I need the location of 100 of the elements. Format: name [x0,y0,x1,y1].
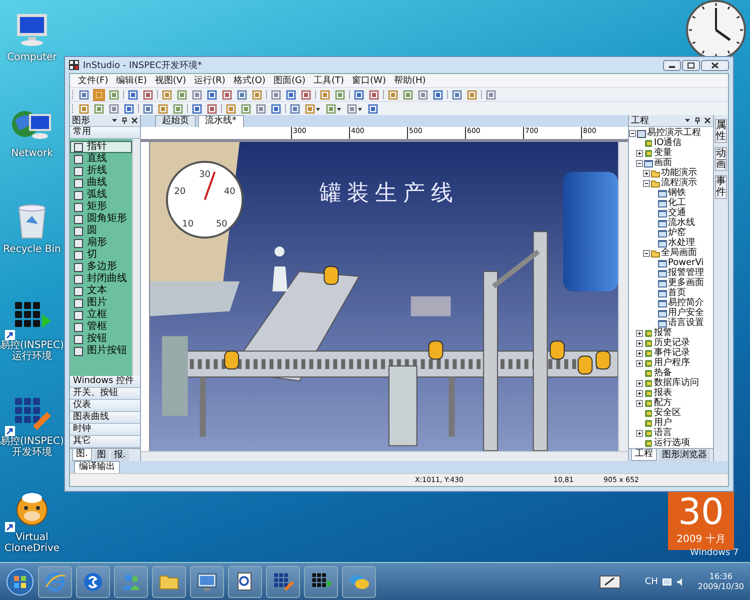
tree-item[interactable]: 报警管理 [668,268,704,278]
toolbar-button[interactable] [325,102,343,114]
tool-item[interactable]: 图片 [70,297,132,309]
scrollbar[interactable] [618,142,628,451]
collapse-icon[interactable] [636,160,643,166]
expand-icon[interactable] [636,380,643,386]
toolbox-group-header[interactable]: 仪表 [70,400,140,412]
toolbar-button[interactable] [236,88,248,100]
tree-item[interactable]: 流水线 [668,218,695,228]
toolbar-button[interactable] [368,88,380,100]
menu-item[interactable]: 图面(G) [274,74,306,87]
tablet-pen-icon[interactable] [598,574,621,590]
toolbar-button[interactable] [127,88,139,100]
expand-icon[interactable] [636,150,643,156]
toolbox-group-header[interactable]: 其它 [70,436,140,448]
tree-item[interactable]: 钢铁 [668,188,686,198]
tree-item[interactable]: 语言设置 [668,318,704,328]
close-button[interactable] [701,60,729,70]
toolbar-button[interactable] [304,102,322,114]
toolbar-button[interactable] [142,88,154,100]
tree-item[interactable]: 用户程序 [654,358,690,368]
expand-icon[interactable] [643,170,650,176]
side-tab[interactable]: 动画 [715,147,727,171]
scrollbar[interactable] [141,451,628,461]
toolbar-button[interactable] [123,102,135,114]
menu-item[interactable]: 运行(R) [194,74,226,87]
tool-item[interactable]: 曲线 [70,177,132,189]
tool-item[interactable]: 文本 [70,285,132,297]
menu-item[interactable]: 工具(T) [314,74,344,87]
panel-tab[interactable]: 图形浏览器 [659,450,710,461]
tree-item[interactable]: 变量 [654,148,672,158]
tool-item[interactable]: 矩形 [70,201,132,213]
tree-item[interactable]: 全局画面 [661,248,697,258]
pin-icon[interactable] [121,117,128,124]
output-tab[interactable]: 编译输出 [74,461,120,473]
tree-item[interactable]: 交通 [668,208,686,218]
tool-item[interactable]: 多边形 [70,261,132,273]
toolbox-group-header[interactable]: Windows 控件 [70,376,140,388]
panel-tab[interactable]: 工程 [631,449,657,461]
desktop-icon-label[interactable]: Virtual CloneDrive [0,532,65,554]
tool-item[interactable]: 圆 [70,225,132,237]
toolbar-button[interactable] [191,102,203,114]
tree-item[interactable]: 更多画面 [668,278,704,288]
tree-item[interactable]: 安全区 [654,408,681,418]
tree-item[interactable]: 热备 [654,368,672,378]
expand-icon[interactable] [636,350,643,356]
tool-item[interactable]: 封闭曲线 [70,273,132,285]
input-language[interactable]: CH [644,576,658,586]
expand-icon[interactable] [636,400,643,406]
network-status-icon[interactable] [662,576,672,586]
close-icon[interactable] [704,117,711,124]
collapse-icon[interactable] [643,250,650,256]
tree-item[interactable]: 用户安全 [668,308,704,318]
panel-tab[interactable]: 图. [72,449,92,461]
tool-item[interactable]: 扇形 [70,237,132,249]
dropdown-arrow-icon[interactable] [111,117,118,124]
toolbar-button[interactable] [451,88,463,100]
clock-time[interactable]: 16:36 [709,572,732,582]
tool-item[interactable]: 直线 [70,153,132,165]
close-icon[interactable] [131,117,138,124]
menu-item[interactable]: 编辑(E) [116,74,147,87]
tool-item[interactable]: 图片按钮 [70,345,132,357]
tree-item[interactable]: 流程演示 [661,178,697,188]
menu-item[interactable]: 窗口(W) [352,74,386,87]
toolbar-button[interactable] [353,88,365,100]
menu-item[interactable]: 格式(O) [233,74,266,87]
toolbar-button[interactable] [346,102,364,114]
toolbox-group-header[interactable]: 常用 [70,127,140,139]
desktop-icon-label[interactable]: 易控(INSPEC)开发环境 [0,436,65,458]
document-tab[interactable]: 起始页 [155,115,196,127]
menu-item[interactable]: 文件(F) [78,74,108,87]
expand-icon[interactable] [636,430,643,436]
expand-icon[interactable] [636,340,643,346]
tree-item[interactable]: 炉窑 [668,228,686,238]
tree-item[interactable]: 报警 [654,328,672,338]
menu-item[interactable]: 帮助(H) [394,74,426,87]
toolbar-button[interactable] [221,88,233,100]
tree-item[interactable]: PowerVi [668,258,704,268]
panel-tab[interactable]: 报. [110,450,129,461]
tree-item[interactable]: 画面 [654,158,672,168]
taskbar-button[interactable] [266,566,300,598]
toolbar-button[interactable] [300,88,312,100]
tool-item[interactable]: 指针 [70,141,132,153]
taskbar-button[interactable] [190,566,224,598]
toolbar-button[interactable] [367,102,379,114]
tool-item[interactable]: 折线 [70,165,132,177]
tree-item[interactable]: 水处理 [668,238,695,248]
tool-item[interactable]: 圆角矩形 [70,213,132,225]
expand-icon[interactable] [636,390,643,396]
tree-item[interactable]: 事件记录 [654,348,690,358]
tool-item[interactable]: 切 [70,249,132,261]
panel-tab[interactable]: 图 [94,450,109,461]
tree-item[interactable]: 配方 [654,398,672,408]
clock-date[interactable]: 2009/10/30 [698,582,744,592]
taskbar-button[interactable] [228,566,262,598]
tree-item[interactable]: IO通信 [654,138,682,148]
tree-item[interactable]: 功能演示 [661,168,697,178]
taskbar-button[interactable] [304,566,338,598]
toolbar-button[interactable] [270,102,282,114]
collapse-icon[interactable] [629,130,636,136]
